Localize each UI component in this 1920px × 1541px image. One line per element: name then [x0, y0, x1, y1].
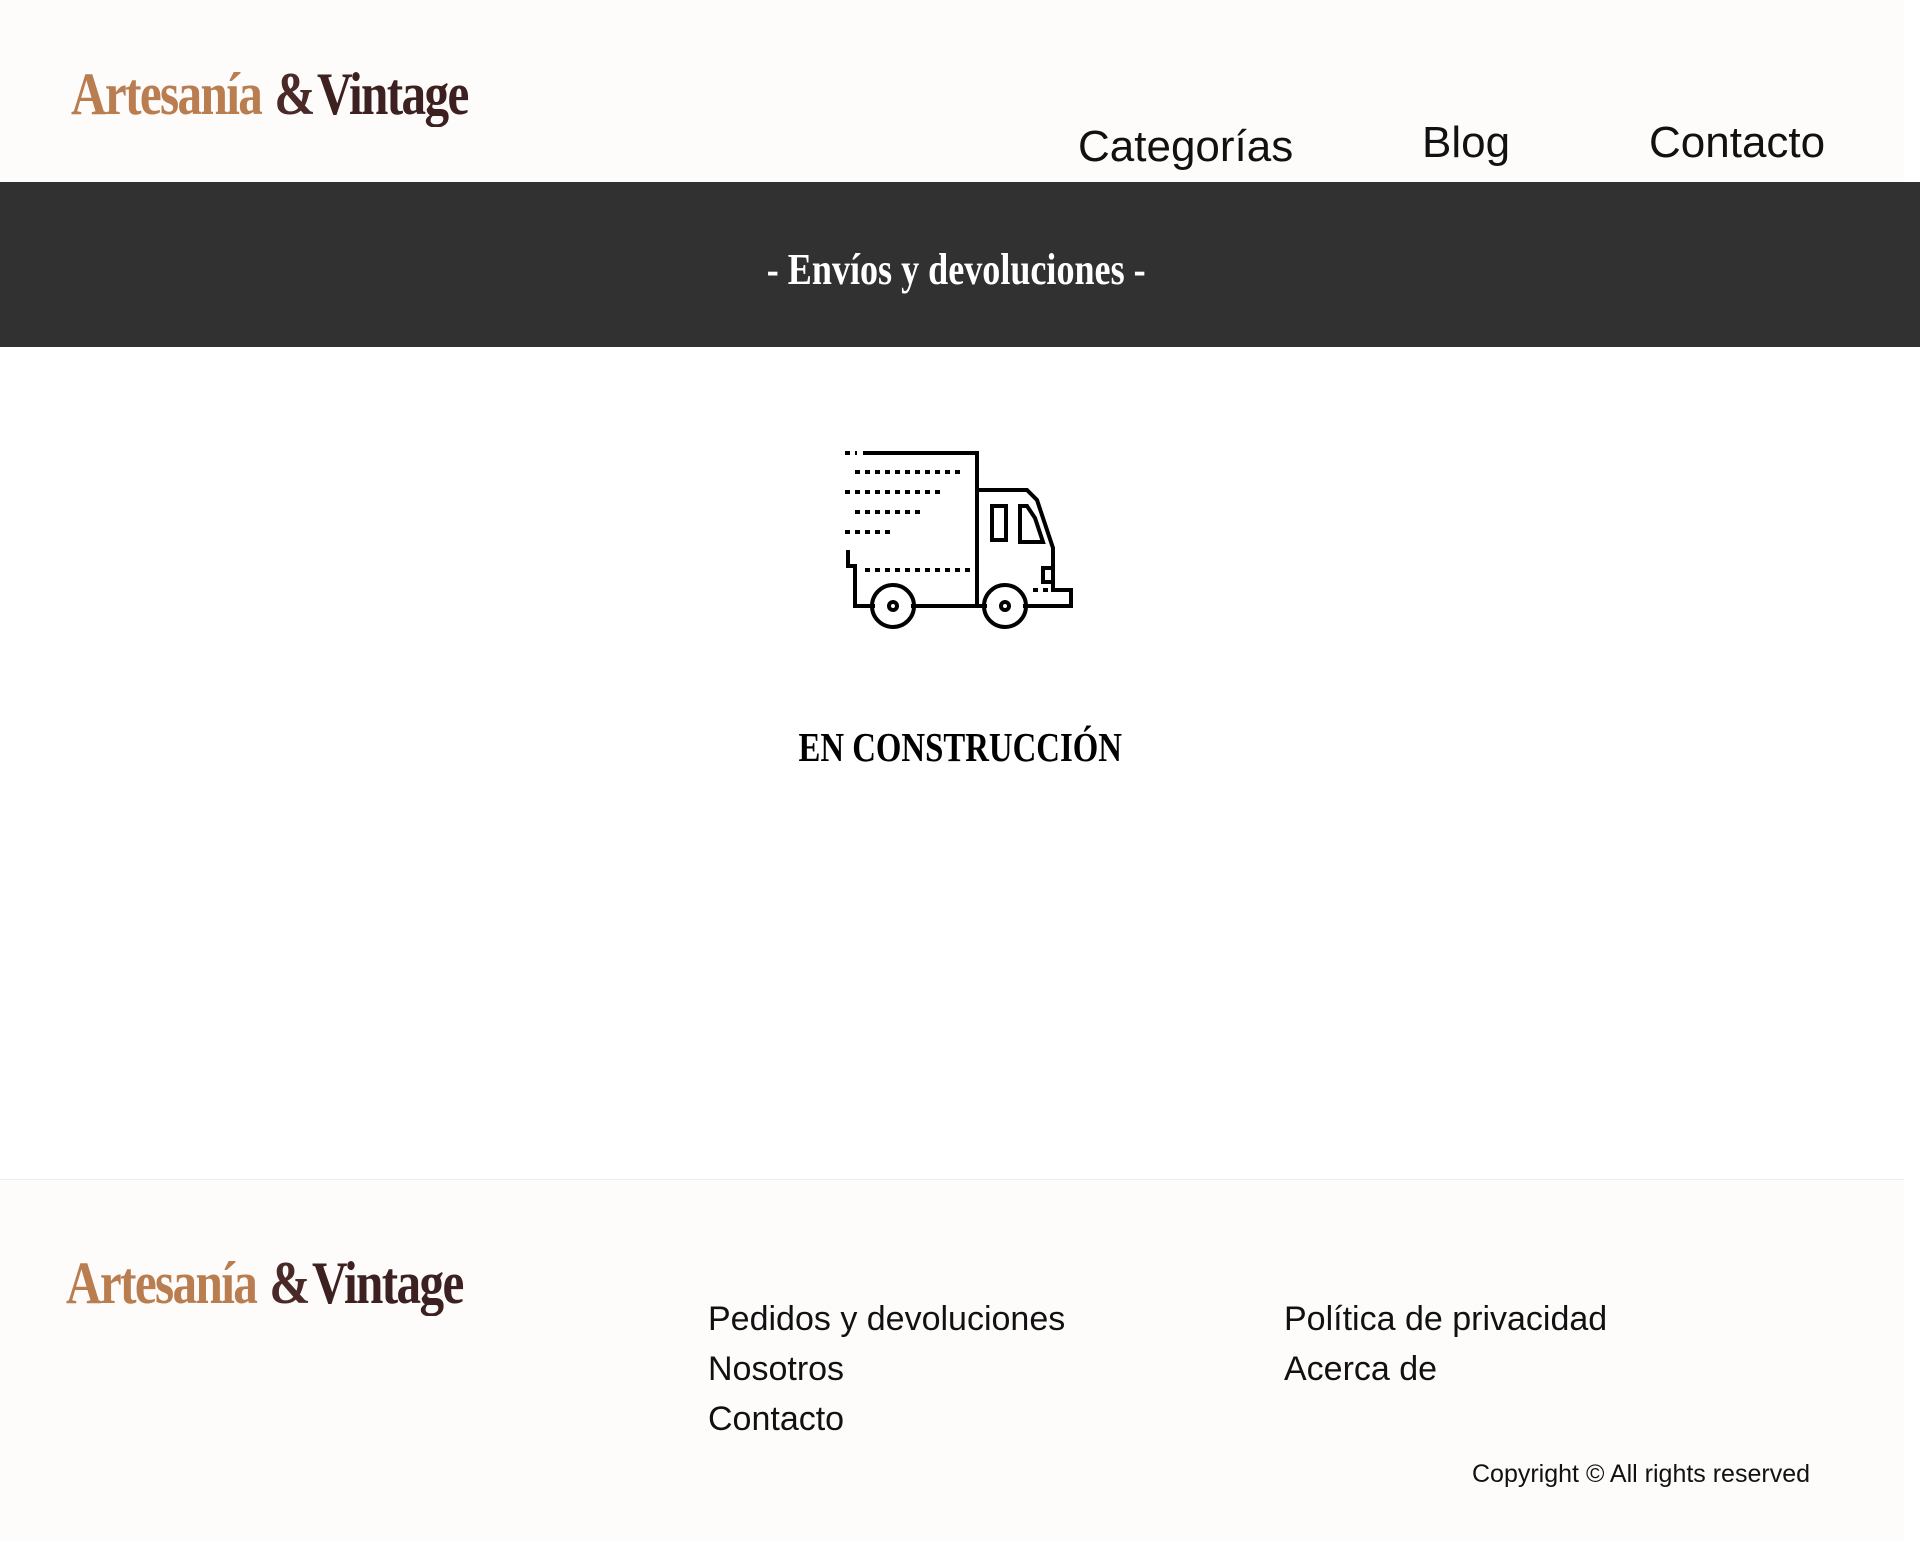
logo-text-artesania: Artesanía — [71, 61, 263, 127]
site-header: Artesanía &Vintage Categorías Blog Contac… — [0, 0, 1904, 183]
footer-link-contacto[interactable]: Contacto — [708, 1400, 844, 1439]
footer-link-acerca-de[interactable]: Acerca de — [1284, 1350, 1437, 1389]
footer-link-nosotros[interactable]: Nosotros — [708, 1350, 844, 1389]
logo-text-vintage: Vintage — [311, 1250, 464, 1316]
construction-notice: EN CONSTRUCCIÓN — [798, 724, 1122, 770]
nav-item-blog[interactable]: Blog — [1422, 118, 1510, 168]
logo-ampersand: & — [274, 61, 315, 127]
copyright-text: Copyright © All rights reserved — [1472, 1460, 1811, 1488]
logo-ampersand: & — [269, 1250, 310, 1316]
page-title: - Envíos y devoluciones - — [766, 245, 1146, 294]
footer-logo[interactable]: Artesanía &Vintage — [66, 1250, 464, 1316]
nav-item-categorias[interactable]: Categorías — [1078, 122, 1293, 172]
nav-item-contacto[interactable]: Contacto — [1649, 118, 1825, 168]
footer-link-pedidos-devoluciones[interactable]: Pedidos y devoluciones — [708, 1300, 1065, 1339]
delivery-truck-icon — [845, 451, 1073, 629]
page-banner: - Envíos y devoluciones - — [0, 182, 1920, 347]
site-footer: Artesanía &Vintage Pedidos y devoluciones… — [0, 1179, 1904, 1541]
header-logo[interactable]: Artesanía &Vintage — [71, 61, 469, 127]
logo-text-artesania: Artesanía — [66, 1250, 258, 1316]
logo-text-vintage: Vintage — [316, 61, 469, 127]
footer-link-politica-privacidad[interactable]: Política de privacidad — [1284, 1300, 1607, 1339]
